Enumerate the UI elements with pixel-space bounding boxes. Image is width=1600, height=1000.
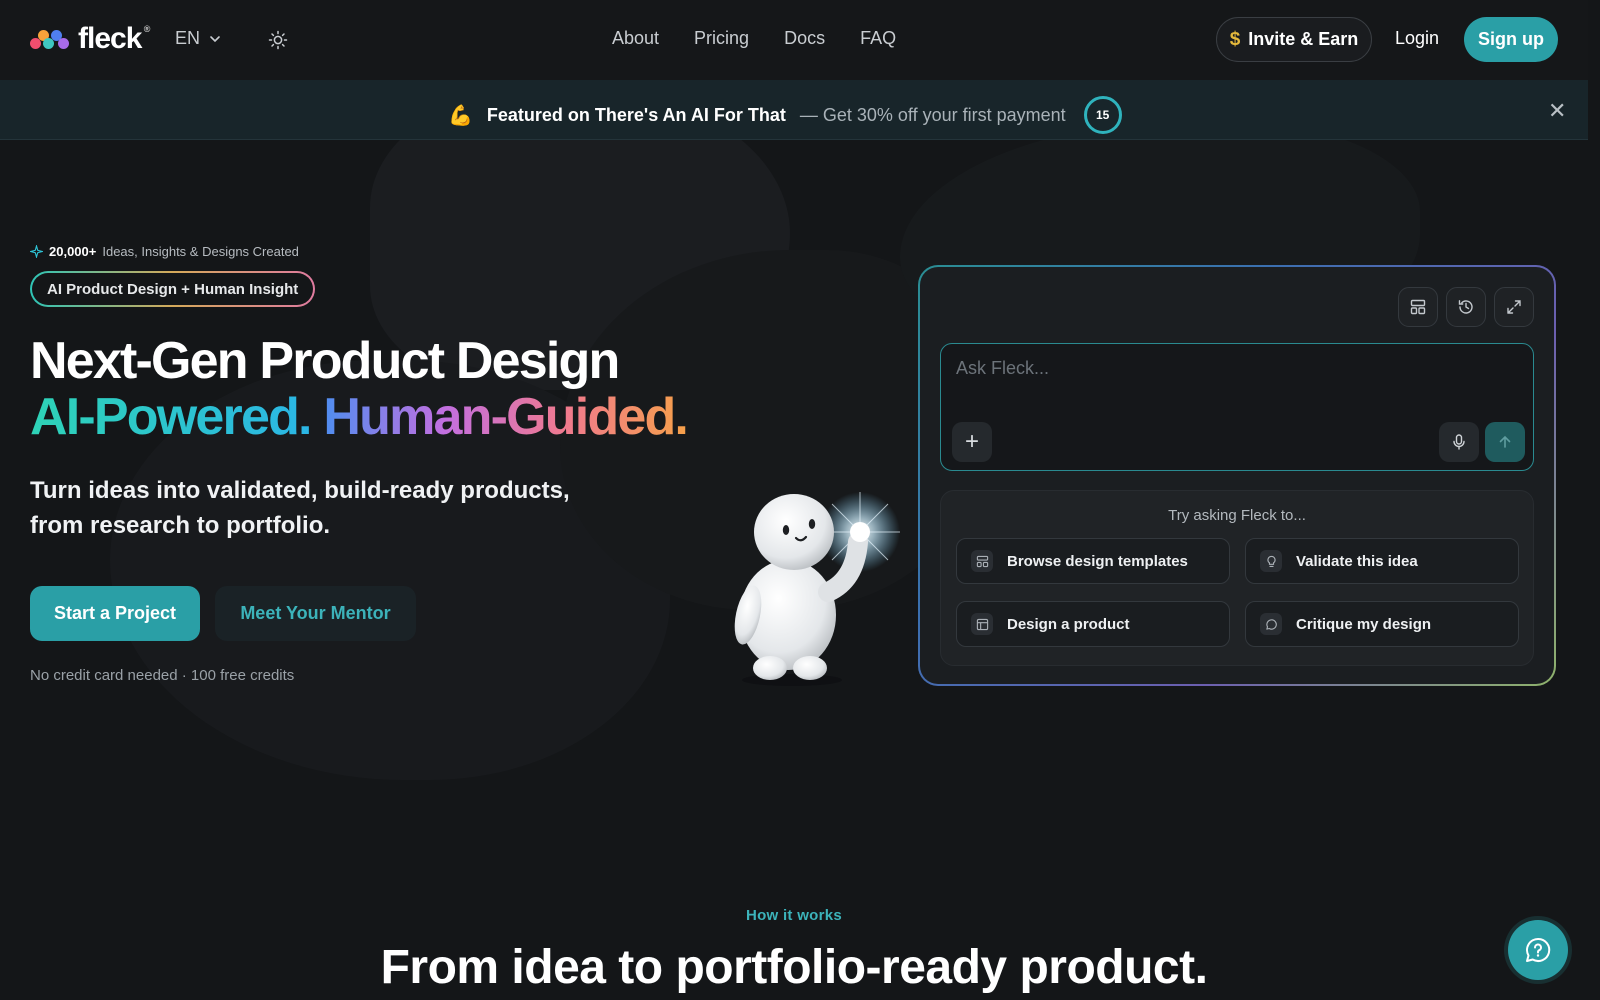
expand-button[interactable] [1494, 287, 1534, 327]
nav-link-faq[interactable]: FAQ [860, 28, 896, 49]
suggestion-browse-templates[interactable]: Browse design templates [956, 538, 1230, 584]
panel-toolbar [1398, 287, 1534, 327]
banner-title[interactable]: Featured on There's An AI For That [487, 105, 786, 126]
top-navbar: fleck ® EN About Pricing Docs FAQ $ Invit… [0, 0, 1600, 80]
tagline-pill: AI Product Design + Human Insight [30, 271, 315, 307]
banner-subtitle: — Get 30% off your first payment [799, 104, 1066, 125]
arrow-up-icon [1499, 435, 1511, 448]
nav-link-pricing[interactable]: Pricing [694, 28, 749, 49]
send-button[interactable] [1485, 422, 1525, 462]
countdown-badge: 15 [1083, 96, 1122, 134]
help-chat-icon [1526, 937, 1551, 962]
theme-toggle-button[interactable] [266, 28, 290, 52]
suggestion-label: Critique my design [1296, 615, 1432, 633]
page-scrollbar[interactable] [1588, 0, 1600, 1000]
plus-icon: + [964, 428, 979, 455]
hero-subtitle: Turn ideas into validated, build-ready p… [30, 477, 570, 539]
template-icon [1410, 299, 1426, 315]
expand-icon [1507, 300, 1521, 314]
attach-button[interactable]: + [952, 422, 992, 462]
dollar-icon: $ [1229, 28, 1241, 50]
templates-button[interactable] [1398, 287, 1438, 327]
section-eyebrow: How it works [745, 907, 843, 924]
meet-mentor-button[interactable]: Meet Your Mentor [215, 586, 416, 641]
microphone-icon [1453, 434, 1465, 450]
stat-text: Ideas, Insights & Designs Created [102, 244, 299, 259]
nav-link-docs[interactable]: Docs [784, 28, 825, 49]
login-button[interactable]: Login [1395, 28, 1439, 49]
section-title: From idea to portfolio-ready product. [380, 941, 1208, 994]
logo-mark-icon [30, 24, 72, 54]
invite-earn-button[interactable]: $ Invite & Earn [1216, 17, 1372, 62]
suggestions-card: Try asking Fleck to... Browse design tem… [940, 490, 1534, 666]
template-icon [971, 550, 993, 572]
hero-title-gradient: AI-Powered. Human-Guided. [30, 388, 689, 446]
brand-logo[interactable]: fleck ® [30, 22, 150, 56]
language-selector[interactable]: EN [175, 28, 222, 49]
history-button[interactable] [1446, 287, 1486, 327]
stat-line: 20,000+ Ideas, Insights & Designs Create… [30, 244, 299, 259]
nav-link-about[interactable]: About [612, 28, 659, 49]
suggestion-validate-idea[interactable]: Validate this idea [1245, 538, 1519, 584]
title-ai-powered: AI-Powered. [30, 388, 313, 446]
ask-fleck-panel: + Try asking Fleck to... Browse design t… [918, 265, 1556, 686]
brand-name: fleck ® [78, 22, 150, 55]
close-icon[interactable]: ✕ [1548, 98, 1566, 124]
chat-bubble-icon [1260, 613, 1282, 635]
language-label: EN [175, 28, 201, 48]
suggestion-critique-design[interactable]: Critique my design [1245, 601, 1519, 647]
chat-input-box: + [940, 343, 1534, 471]
start-project-button[interactable]: Start a Project [30, 586, 200, 641]
fineprint: No credit card needed · 100 free credits [30, 667, 295, 684]
main-nav: About Pricing Docs FAQ [612, 28, 896, 49]
ask-fleck-input[interactable] [956, 358, 1516, 379]
sun-icon [268, 30, 288, 50]
hero-title: Next-Gen Product Design [30, 332, 620, 390]
stat-count: 20,000+ [49, 244, 97, 259]
signup-button[interactable]: Sign up [1464, 17, 1558, 62]
mascot-illustration [734, 492, 900, 686]
sparkle-icon [30, 245, 43, 258]
invite-label: Invite & Earn [1248, 29, 1359, 49]
suggestions-title: Try asking Fleck to... [1168, 507, 1306, 524]
suggestion-label: Design a product [1007, 615, 1130, 633]
suggestion-label: Browse design templates [1007, 552, 1188, 570]
history-icon [1458, 300, 1473, 314]
help-chat-button[interactable] [1508, 920, 1568, 980]
suggestion-design-product[interactable]: Design a product [956, 601, 1230, 647]
voice-input-button[interactable] [1439, 422, 1479, 462]
chevron-down-icon [210, 35, 220, 42]
title-human-guided: Human-Guided. [323, 388, 689, 446]
promo-banner: 💪 Featured on There's An AI For That — G… [0, 80, 1588, 140]
layout-icon [971, 613, 993, 635]
lightbulb-icon [1260, 550, 1282, 572]
suggestion-label: Validate this idea [1296, 552, 1418, 570]
flexed-arm-icon: 💪 [448, 104, 473, 127]
